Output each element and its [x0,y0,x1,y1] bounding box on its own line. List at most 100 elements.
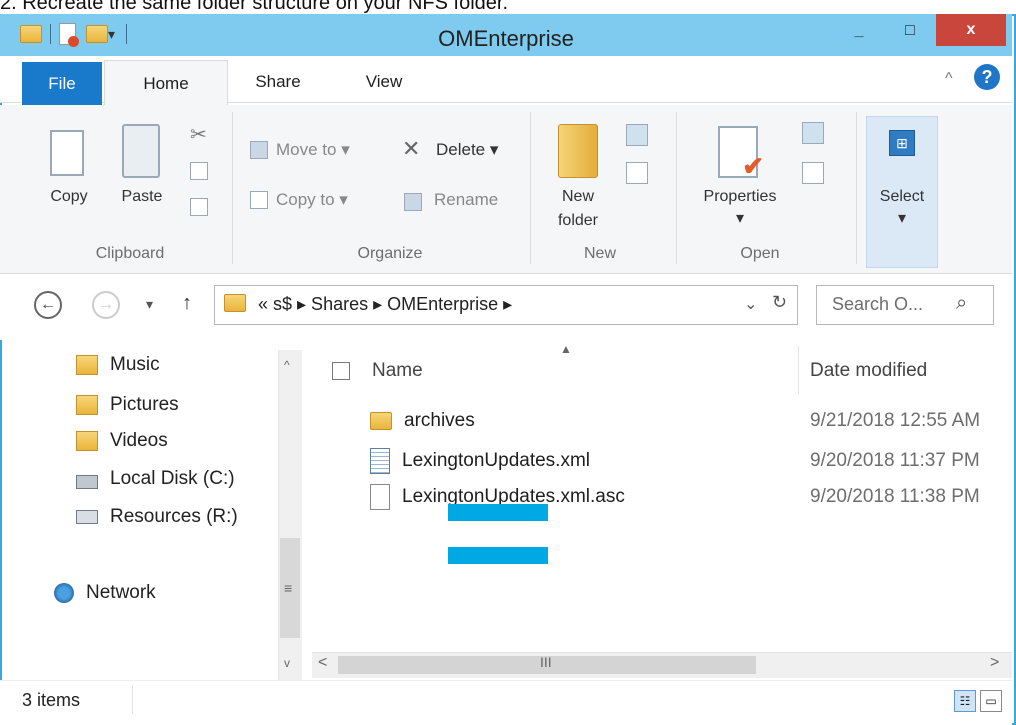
delete-icon: ✕ [402,136,421,161]
column-header-date-modified[interactable]: Date modified [810,360,927,382]
scroll-left-icon[interactable]: < [318,654,327,672]
minimize-button[interactable]: _ [834,16,884,46]
xml-file-icon [370,448,390,474]
properties-icon [718,126,764,182]
forward-button[interactable]: → [92,291,120,319]
nav-item-label: Music [110,354,160,375]
move-to-icon [250,141,268,159]
help-icon[interactable]: ? [974,64,1000,90]
new-item-icon[interactable] [626,124,648,146]
pictures-icon [76,395,98,415]
folder-icon [370,412,392,430]
new-group-label: New [583,245,616,262]
properties-dropdown-icon[interactable]: ▾ [690,208,790,228]
nav-item-label: Resources (R:) [110,506,238,527]
search-icon[interactable]: ⌕ [956,292,967,315]
scroll-right-icon[interactable]: > [990,654,999,672]
copy-icon [50,130,84,176]
scroll-grip-icon: III [540,654,552,670]
copy-to-button[interactable]: Copy to ▾ [250,190,348,210]
new-folder-button-line1[interactable]: New [546,188,610,206]
videos-icon [76,431,98,451]
nav-item-music[interactable]: Music [76,354,160,376]
edit-icon[interactable] [802,162,824,184]
organize-group-label: Organize [357,245,423,262]
clipboard-group-label: Clipboard [95,245,165,262]
nav-item-videos[interactable]: Videos [76,430,168,452]
details-view-icon[interactable]: ☷ [954,690,976,712]
tab-share[interactable]: Share [240,60,316,104]
select-icon: ⊞ [889,130,915,156]
nav-item-label: Pictures [110,394,179,415]
maximize-button[interactable]: □ [885,16,935,46]
nav-item-resources[interactable]: Resources (R:) [76,506,238,528]
tab-view[interactable]: View [346,60,422,104]
move-to-label: Move to ▾ [276,140,350,159]
properties-button[interactable]: Properties [690,188,790,206]
breadcrumb[interactable]: « s$ ▸ Shares ▸ OMEnterprise ▸ [258,294,512,315]
folder-icon [224,294,246,312]
nav-item-network[interactable]: Network [54,582,156,604]
select-dropdown-icon[interactable]: ▾ [866,208,938,228]
file-date: 9/20/2018 11:37 PM [810,450,980,471]
paste-button[interactable]: Paste [114,188,170,206]
file-name: LexingtonUpdates.xml [402,450,590,471]
sort-ascending-icon: ▲ [560,342,572,356]
tab-home[interactable]: Home [104,60,228,106]
up-button[interactable]: ↑ [182,292,192,315]
file-date: 9/20/2018 11:38 PM [810,486,980,507]
back-button[interactable]: ← [34,291,62,319]
music-icon [76,355,98,375]
tab-file[interactable]: File [22,62,102,106]
paste-icon [122,124,160,178]
list-item[interactable]: archives [370,410,475,432]
file-name: archives [404,410,475,431]
large-icons-view-icon[interactable]: ▭ [980,690,1002,712]
group-divider [232,112,233,264]
select-label: Select [879,188,925,205]
open-icon[interactable] [802,122,824,144]
network-icon [54,583,74,603]
nav-item-pictures[interactable]: Pictures [76,394,179,416]
recent-locations-icon[interactable]: ▾ [146,296,153,313]
new-folder-icon [558,124,598,178]
network-drive-icon [76,510,98,524]
copy-to-label: Copy to ▾ [276,190,348,209]
paste-shortcut-icon[interactable] [190,198,208,216]
column-header-name[interactable]: Name [372,360,423,382]
copy-to-icon [250,191,268,209]
group-divider [676,112,677,264]
file-date: 9/21/2018 12:55 AM [810,410,981,431]
scroll-grip-icon: ≡ [284,580,293,596]
search-placeholder: Search O... [832,294,924,314]
open-group-label: Open [740,245,780,262]
nav-item-label: Videos [110,430,168,451]
list-item[interactable]: LexingtonUpdates.xml [370,448,590,474]
rename-icon [404,193,422,211]
copy-button[interactable]: Copy [44,188,94,206]
close-button[interactable]: x [936,14,1006,46]
scroll-up-icon[interactable]: ^ [284,358,290,372]
group-divider [856,112,857,264]
cut-icon[interactable]: ✂ [190,122,207,147]
nav-item-label: Local Disk (C:) [110,468,235,489]
copy-path-icon[interactable] [190,162,208,180]
new-folder-button-line2[interactable]: folder [546,212,610,230]
refresh-icon[interactable]: ↻ [772,292,787,313]
move-to-button[interactable]: Move to ▾ [250,140,350,160]
nav-item-label: Network [86,582,156,603]
scroll-down-icon[interactable]: v [284,656,290,670]
item-count: 3 items [22,690,81,710]
drive-icon [76,475,98,489]
nav-item-local-disk[interactable]: Local Disk (C:) [76,468,235,490]
address-dropdown-icon[interactable]: ⌄ [744,294,757,314]
easy-access-icon[interactable] [626,162,648,184]
file-icon [370,484,390,510]
column-divider[interactable] [798,346,799,394]
redaction-bar [448,547,548,564]
rename-button[interactable]: Rename [434,190,498,210]
redaction-bar [448,504,548,521]
delete-button[interactable]: Delete ▾ [436,140,498,160]
minimize-ribbon-icon[interactable]: ^ [945,70,953,88]
select-all-checkbox[interactable] [332,362,350,380]
